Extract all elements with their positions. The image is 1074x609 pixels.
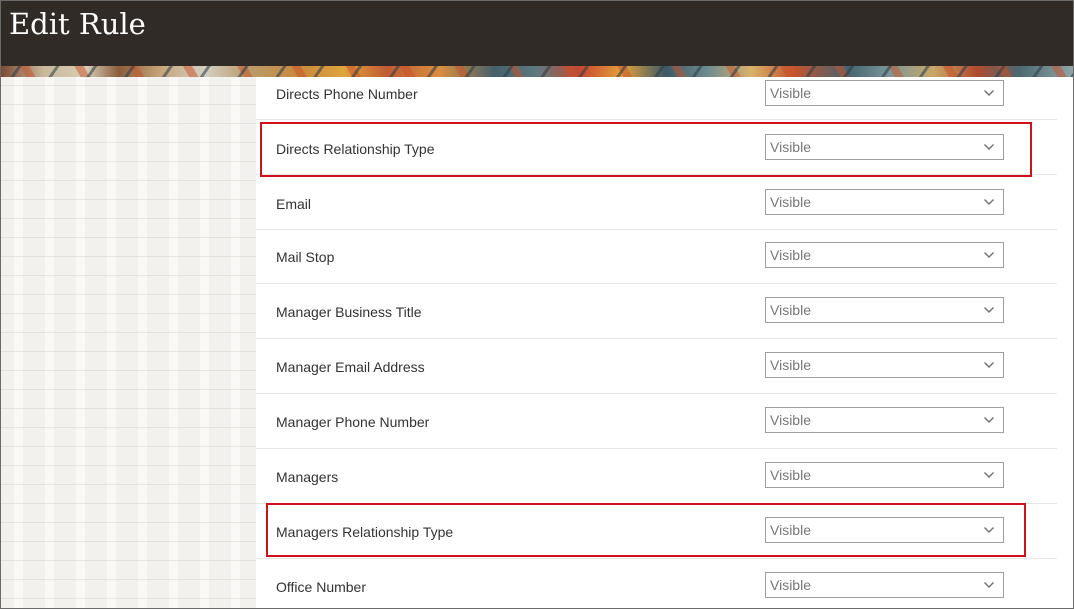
visibility-select[interactable]: Visible: [765, 352, 1004, 378]
field-label: Manager Business Title: [276, 304, 422, 320]
list-item-managers-relationship-type: Managers Relationship Type Visible: [256, 504, 1057, 559]
chevron-down-icon: [984, 582, 994, 588]
select-value: Visible: [770, 139, 811, 155]
page-header: Edit Rule: [1, 1, 1073, 66]
list-item-directs-phone-number: Directs Phone Number Visible: [256, 77, 1057, 120]
select-value: Visible: [770, 302, 811, 318]
field-label: Mail Stop: [276, 249, 335, 265]
chevron-down-icon: [984, 90, 994, 96]
edit-rule-window: Edit Rule Directs Phone Number Visible D…: [0, 0, 1074, 609]
visibility-select[interactable]: Visible: [765, 517, 1004, 543]
chevron-down-icon: [984, 362, 994, 368]
field-label: Directs Phone Number: [276, 86, 418, 102]
select-value: Visible: [770, 247, 811, 263]
visibility-select[interactable]: Visible: [765, 134, 1004, 160]
select-value: Visible: [770, 357, 811, 373]
field-label: Manager Email Address: [276, 359, 425, 375]
chevron-down-icon: [984, 307, 994, 313]
visibility-select[interactable]: Visible: [765, 242, 1004, 268]
visibility-select[interactable]: Visible: [765, 572, 1004, 598]
select-value: Visible: [770, 194, 811, 210]
list-item-email: Email Visible: [256, 175, 1057, 230]
field-label: Email: [276, 196, 312, 212]
select-value: Visible: [770, 577, 811, 593]
chevron-down-icon: [984, 252, 994, 258]
chevron-down-icon: [984, 144, 994, 150]
list-item-office-number: Office Number Visible: [256, 559, 1057, 608]
visibility-select[interactable]: Visible: [765, 80, 1004, 106]
decorative-banner: [1, 66, 1073, 77]
list-item-manager-phone-number: Manager Phone Number Visible: [256, 394, 1057, 449]
visibility-select[interactable]: Visible: [765, 189, 1004, 215]
list-item-mail-stop: Mail Stop Visible: [256, 230, 1057, 284]
field-label: Directs Relationship Type: [276, 141, 435, 157]
chevron-down-icon: [984, 199, 994, 205]
page-title: Edit Rule: [9, 7, 146, 41]
chevron-down-icon: [984, 527, 994, 533]
visibility-select[interactable]: Visible: [765, 297, 1004, 323]
list-item-directs-relationship-type: Directs Relationship Type Visible: [256, 120, 1057, 175]
select-value: Visible: [770, 467, 811, 483]
field-label: Manager Phone Number: [276, 414, 430, 430]
visibility-select[interactable]: Visible: [765, 407, 1004, 433]
field-rules-list: Directs Phone Number Visible Directs Rel…: [256, 77, 1073, 608]
select-value: Visible: [770, 522, 811, 538]
field-label: Managers: [276, 469, 339, 485]
chevron-down-icon: [984, 472, 994, 478]
list-item-manager-email-address: Manager Email Address Visible: [256, 339, 1057, 394]
select-value: Visible: [770, 412, 811, 428]
field-label: Managers Relationship Type: [276, 524, 454, 540]
list-item-manager-business-title: Manager Business Title Visible: [256, 284, 1057, 339]
list-item-managers: Managers Visible: [256, 449, 1057, 504]
left-panel: [1, 77, 256, 608]
visibility-select[interactable]: Visible: [765, 462, 1004, 488]
chevron-down-icon: [984, 417, 994, 423]
select-value: Visible: [770, 85, 811, 101]
field-label: Office Number: [276, 579, 366, 595]
